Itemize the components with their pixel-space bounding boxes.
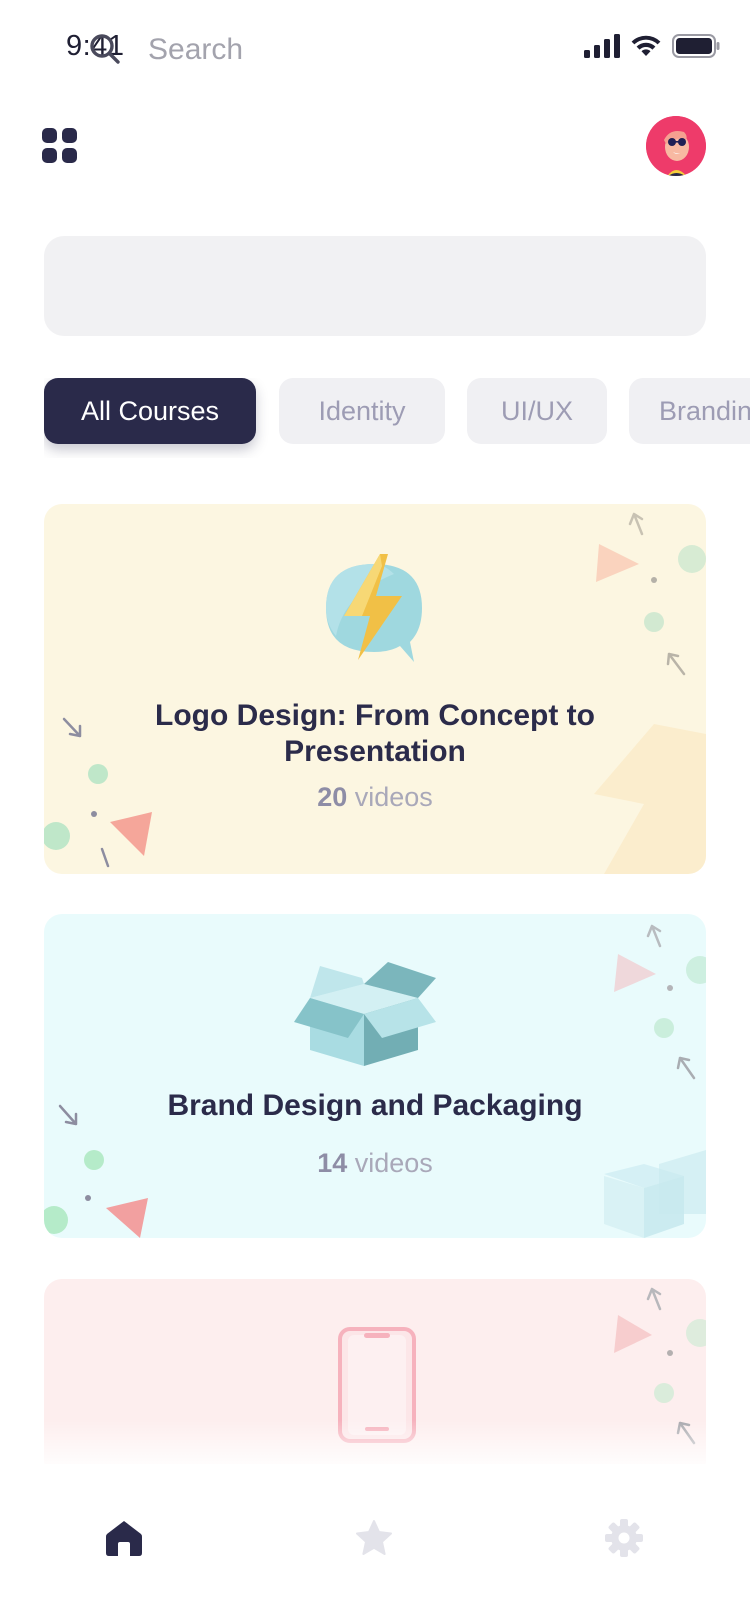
tab-settings[interactable]	[594, 1508, 654, 1568]
search-bar[interactable]	[44, 236, 706, 336]
video-count-number: 14	[317, 1148, 348, 1178]
bottom-fade	[0, 1420, 750, 1466]
search-icon	[90, 34, 120, 64]
course-card-brand-design[interactable]: Brand Design and Packaging 14 videos	[44, 914, 706, 1238]
bottom-tab-bar	[0, 1464, 750, 1624]
battery-icon	[672, 34, 720, 58]
course-title: Brand Design and Packaging	[167, 1089, 583, 1122]
video-count-number: 20	[317, 782, 348, 812]
confetti-decoration	[44, 924, 706, 1238]
chip-all-courses[interactable]: All Courses	[44, 378, 256, 444]
tab-favorites[interactable]	[344, 1508, 404, 1568]
course-title: Logo Design: From Concept to Presentatio…	[155, 699, 595, 768]
search-input[interactable]	[148, 26, 628, 74]
video-count-label: videos	[354, 782, 433, 812]
star-icon	[356, 1520, 392, 1555]
user-avatar[interactable]	[646, 116, 706, 176]
video-count-label: videos	[354, 1148, 433, 1178]
tab-home[interactable]	[94, 1508, 154, 1568]
wifi-icon	[631, 35, 661, 56]
grid-menu-icon[interactable]	[42, 128, 78, 164]
category-filter-chips: All Courses Identity UI/UX Branding	[44, 378, 750, 458]
gear-icon	[605, 1519, 643, 1557]
course-video-count: 20 videos	[44, 782, 706, 813]
course-video-count: 14 videos	[44, 1148, 706, 1179]
confetti-decoration	[44, 512, 706, 874]
course-card-logo-design[interactable]: Logo Design: From Concept to Presentatio…	[44, 504, 706, 874]
chip-ui-ux[interactable]: UI/UX	[467, 378, 607, 444]
home-icon	[106, 1521, 142, 1556]
chip-branding[interactable]: Branding	[629, 378, 750, 444]
chip-identity[interactable]: Identity	[279, 378, 445, 444]
